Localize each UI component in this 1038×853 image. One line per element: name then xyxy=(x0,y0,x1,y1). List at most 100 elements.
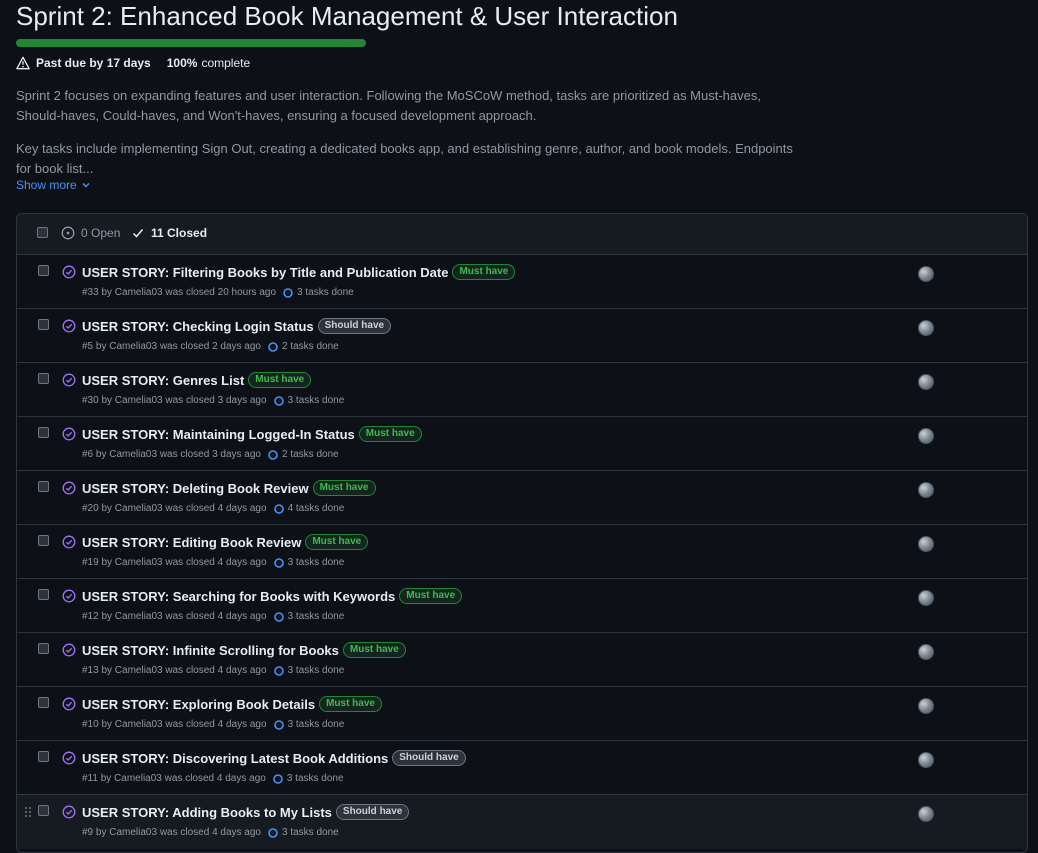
issue-closed-meta: #30 by Camelia03 was closed 3 days ago xyxy=(82,395,267,406)
tasks-progress: 3 tasks done xyxy=(273,557,345,568)
issue-closed-meta: #33 by Camelia03 was closed 20 hours ago xyxy=(82,287,277,298)
issue-row[interactable]: USER STORY: Searching for Books with Key… xyxy=(17,579,1027,633)
issue-meta: #9 by Camelia03 was closed 4 days ago 3 … xyxy=(82,827,339,838)
closed-filter[interactable]: 11 Closed xyxy=(131,226,207,240)
task-progress-icon xyxy=(273,665,284,676)
issue-row[interactable]: USER STORY: Adding Books to My Lists Sho… xyxy=(17,795,1027,849)
issue-label[interactable]: Should have xyxy=(335,804,410,820)
issue-row[interactable]: USER STORY: Maintaining Logged-In Status… xyxy=(17,417,1027,471)
tasks-done-text: 3 tasks done xyxy=(282,827,339,838)
issue-title-line: USER STORY: Discovering Latest Book Addi… xyxy=(82,749,466,767)
show-more-link[interactable]: Show more xyxy=(16,178,91,192)
assignee-avatar[interactable] xyxy=(918,266,934,282)
tasks-done-text: 4 tasks done xyxy=(287,503,345,514)
issue-closed-meta: #9 by Camelia03 was closed 4 days ago xyxy=(82,827,261,838)
tasks-progress: 3 tasks done xyxy=(273,395,345,406)
issue-closed-icon xyxy=(62,373,76,387)
tasks-progress: 3 tasks done xyxy=(273,719,345,730)
issue-label[interactable]: Must have xyxy=(452,264,516,280)
chevron-down-icon xyxy=(82,183,90,188)
progress-bar xyxy=(16,39,366,47)
task-progress-icon xyxy=(268,827,278,838)
issue-label[interactable]: Must have xyxy=(399,588,463,604)
tasks-done-text: 3 tasks done xyxy=(287,719,345,730)
issue-title-link[interactable]: USER STORY: Adding Books to My Lists xyxy=(82,805,332,820)
issue-row[interactable]: USER STORY: Deleting Book Review Must ha… xyxy=(17,471,1027,525)
issue-title-link[interactable]: USER STORY: Checking Login Status xyxy=(82,319,314,334)
tasks-progress: 3 tasks done xyxy=(273,611,344,622)
assignee-avatar[interactable] xyxy=(918,374,934,390)
assignee-avatar[interactable] xyxy=(918,590,934,606)
assignee-avatar[interactable] xyxy=(918,320,934,336)
issue-label[interactable]: Must have xyxy=(358,426,422,442)
completion-label: complete xyxy=(201,56,251,70)
issue-row[interactable]: USER STORY: Filtering Books by Title and… xyxy=(17,255,1027,309)
issue-checkbox[interactable] xyxy=(38,481,49,492)
tasks-done-text: 3 tasks done xyxy=(287,395,345,406)
issue-label[interactable]: Must have xyxy=(319,696,382,712)
issue-title-line: USER STORY: Filtering Books by Title and… xyxy=(82,263,516,281)
issue-closed-icon xyxy=(62,535,76,549)
assignee-avatar[interactable] xyxy=(918,536,934,552)
issue-checkbox[interactable] xyxy=(38,373,49,384)
issue-checkbox[interactable] xyxy=(38,265,49,276)
issue-title-link[interactable]: USER STORY: Genres List xyxy=(82,373,244,388)
assignee-avatar[interactable] xyxy=(918,806,934,822)
issue-label[interactable]: Must have xyxy=(248,372,312,388)
issue-row[interactable]: USER STORY: Discovering Latest Book Addi… xyxy=(17,741,1027,795)
issue-title-line: USER STORY: Deleting Book Review Must ha… xyxy=(82,479,376,497)
milestone-title: Sprint 2: Enhanced Book Management & Use… xyxy=(16,1,678,31)
issue-checkbox[interactable] xyxy=(38,643,49,654)
issue-label[interactable]: Must have xyxy=(342,642,406,658)
drag-handle-icon[interactable] xyxy=(24,806,32,818)
issue-checkbox[interactable] xyxy=(38,697,49,708)
issue-title-line: USER STORY: Searching for Books with Key… xyxy=(82,587,463,605)
issue-closed-icon xyxy=(62,751,76,765)
description-paragraph-2: Key tasks include implementing Sign Out,… xyxy=(16,141,793,176)
issue-row[interactable]: USER STORY: Exploring Book Details Must … xyxy=(17,687,1027,741)
issue-label[interactable]: Must have xyxy=(312,480,376,496)
issue-closed-icon xyxy=(62,265,76,279)
issue-checkbox[interactable] xyxy=(38,535,49,546)
assignee-avatar[interactable] xyxy=(918,482,934,498)
issue-closed-icon xyxy=(62,319,76,333)
issue-closed-meta: #11 by Camelia03 was closed 4 days ago xyxy=(82,773,266,784)
tasks-progress: 3 tasks done xyxy=(283,287,354,298)
tasks-done-text: 3 tasks done xyxy=(287,557,345,568)
issue-label[interactable]: Must have xyxy=(305,534,369,550)
issue-checkbox[interactable] xyxy=(38,805,49,816)
issue-title-link[interactable]: USER STORY: Discovering Latest Book Addi… xyxy=(82,751,388,766)
tasks-done-text: 3 tasks done xyxy=(287,665,345,676)
issue-title-link[interactable]: USER STORY: Editing Book Review xyxy=(82,535,301,550)
assignee-avatar[interactable] xyxy=(918,428,934,444)
select-all-checkbox[interactable] xyxy=(37,227,48,238)
issue-title-link[interactable]: USER STORY: Maintaining Logged-In Status xyxy=(82,427,355,442)
issue-closed-icon xyxy=(62,481,76,495)
task-progress-icon xyxy=(268,341,278,352)
assignee-avatar[interactable] xyxy=(918,698,934,714)
issue-title-link[interactable]: USER STORY: Filtering Books by Title and… xyxy=(82,265,448,280)
description-paragraph-1: Sprint 2 focuses on expanding features a… xyxy=(16,88,761,123)
issue-row[interactable]: USER STORY: Checking Login Status Should… xyxy=(17,309,1027,363)
open-filter[interactable]: 0 Open xyxy=(61,226,120,240)
issue-title-link[interactable]: USER STORY: Exploring Book Details xyxy=(82,697,315,712)
issue-title-line: USER STORY: Checking Login Status Should… xyxy=(82,317,392,335)
issue-label[interactable]: Should have xyxy=(392,750,466,766)
issue-checkbox[interactable] xyxy=(38,319,49,330)
issue-label[interactable]: Should have xyxy=(317,318,392,334)
assignee-avatar[interactable] xyxy=(918,752,934,768)
issue-title-link[interactable]: USER STORY: Infinite Scrolling for Books xyxy=(82,643,339,658)
issue-row[interactable]: USER STORY: Infinite Scrolling for Books… xyxy=(17,633,1027,687)
issue-title-link[interactable]: USER STORY: Deleting Book Review xyxy=(82,481,309,496)
issue-row[interactable]: USER STORY: Editing Book Review Must hav… xyxy=(17,525,1027,579)
issue-checkbox[interactable] xyxy=(38,589,49,600)
tasks-progress: 3 tasks done xyxy=(268,827,339,838)
issue-closed-meta: #20 by Camelia03 was closed 4 days ago xyxy=(82,503,267,514)
assignee-avatar[interactable] xyxy=(918,644,934,660)
issue-row[interactable]: USER STORY: Genres List Must have #30 by… xyxy=(17,363,1027,417)
issue-checkbox[interactable] xyxy=(38,751,49,762)
issue-title-link[interactable]: USER STORY: Searching for Books with Key… xyxy=(82,589,395,604)
issue-closed-meta: #6 by Camelia03 was closed 3 days ago xyxy=(82,449,261,460)
tasks-progress: 4 tasks done xyxy=(273,503,345,514)
issue-checkbox[interactable] xyxy=(38,427,49,438)
